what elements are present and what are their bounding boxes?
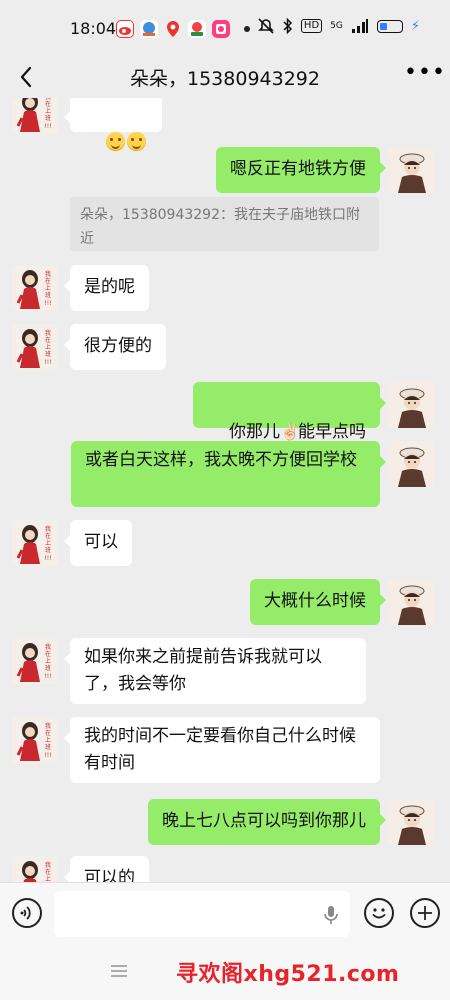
message-bubble[interactable] [64,98,162,151]
my-avatar[interactable] [388,441,434,487]
contact-avatar[interactable]: 我在上班!!! [12,520,58,566]
svg-text:班: 班 [45,664,51,672]
hd-badge: HD [300,19,323,33]
svg-text:上: 上 [45,343,51,351]
svg-text:上: 上 [45,657,51,665]
message-bubble[interactable]: 我的时间不一定要看你自己什么时候有时间 [64,717,380,783]
svg-text:在: 在 [45,729,51,737]
weibo-icon [116,20,134,38]
emoji-button[interactable] [364,898,394,928]
plus-icon [418,906,432,920]
svg-text:我: 我 [45,525,51,533]
svg-text:我: 我 [45,270,51,278]
svg-text:!!!: !!! [44,555,51,562]
message-bubble[interactable]: 很方便的 [64,324,166,370]
message-bubble[interactable]: 可以 [64,520,132,566]
voice-icon [20,906,31,920]
status-bar: 18:04 HD 5G ⚡ [0,0,450,58]
message-text: 你那儿 [229,422,280,442]
message-text: 能早点吗 [298,422,366,442]
message-bubble[interactable]: 可以的 [64,856,149,882]
svg-text:!!!: !!! [44,359,51,366]
chat-title: 朵朵，15380943292 [130,68,320,90]
more-button[interactable]: ••• [404,62,445,90]
svg-text:!!!: !!! [44,123,51,130]
message-bubble[interactable]: 是的呢 [64,265,149,311]
svg-text:班: 班 [45,546,51,554]
contact-avatar[interactable]: 我在上班!!! [12,98,58,134]
svg-text:上: 上 [45,284,51,292]
network-label: 5G [330,21,343,31]
signal-icon [351,18,369,34]
svg-text:在: 在 [45,650,51,658]
svg-text:我: 我 [45,329,51,337]
battery-level [379,22,387,30]
message-bubble[interactable]: 大概什么时候 [250,579,386,625]
contact-avatar[interactable]: 我在上班!!! [12,856,58,882]
app-icon-3 [212,20,230,38]
message-list[interactable]: 我在上班!!! 嗯反正有地铁方便 朵朵，15380943292：我在夫子庙地铁口… [0,98,450,882]
svg-text:!!!: !!! [44,752,51,759]
app-icon [140,20,158,38]
menu-icon[interactable] [110,964,128,978]
microphone-icon[interactable] [324,905,338,925]
svg-text:在: 在 [45,100,51,108]
smiley-icon [372,908,386,919]
contact-avatar[interactable]: 我在上班!!! [12,324,58,370]
svg-text:班: 班 [45,350,51,358]
message-bubble[interactable]: 你那儿✌🏻能早点吗 [193,382,386,442]
do-not-disturb-icon [257,18,275,34]
svg-text:班: 班 [45,114,51,122]
my-avatar[interactable] [388,579,434,625]
battery-icon [376,19,403,33]
svg-text:班: 班 [45,743,51,751]
my-avatar[interactable] [388,147,434,193]
quoted-message[interactable]: 朵朵，15380943292：我在夫子庙地铁口附近 [70,197,379,251]
input-bar [0,882,450,945]
message-bubble[interactable]: 晚上七八点可以吗到你那儿 [148,799,386,845]
charging-icon: ⚡ [410,18,420,34]
my-avatar[interactable] [388,799,434,845]
svg-text:上: 上 [45,736,51,744]
svg-text:上: 上 [45,107,51,115]
more-notifications-dot [244,26,250,32]
notification-icons [116,20,250,38]
svg-text:我: 我 [45,861,51,869]
app-icon-2 [188,20,206,38]
svg-text:在: 在 [45,868,51,876]
voice-toggle-button[interactable] [12,898,42,928]
message-bubble[interactable]: 或者白天这样，我太晚不方便回学校 [71,441,386,507]
chevron-left-icon [20,66,32,88]
message-input[interactable] [54,891,350,937]
contact-avatar[interactable]: 我在上班!!! [12,265,58,311]
contact-avatar[interactable]: 我在上班!!! [12,717,58,763]
watermark: 寻欢阁xhg521.com [176,962,400,987]
message-bubble[interactable]: 如果你来之前提前告诉我就可以了，我会等你 [64,638,366,704]
svg-text:在: 在 [45,532,51,540]
bluetooth-icon [283,17,293,35]
map-pin-icon [164,20,182,38]
more-dots-icon: ••• [404,60,446,85]
svg-text:在: 在 [45,277,51,285]
svg-text:!!!: !!! [44,673,51,680]
status-time: 18:04 [70,19,117,38]
my-avatar[interactable] [388,382,434,428]
back-button[interactable] [14,62,40,92]
svg-text:我: 我 [45,643,51,651]
message-bubble[interactable]: 嗯反正有地铁方便 [216,147,386,193]
svg-text:上: 上 [45,875,51,882]
smile-emoji-icon [105,131,125,151]
chat-header: 朵朵，15380943292 ••• [0,58,450,98]
contact-avatar[interactable]: 我在上班!!! [12,638,58,684]
svg-text:上: 上 [45,539,51,547]
svg-text:!!!: !!! [44,300,51,307]
smile-emoji-icon [126,131,146,151]
svg-text:班: 班 [45,291,51,299]
svg-text:在: 在 [45,336,51,344]
more-actions-button[interactable] [410,898,440,928]
svg-text:我: 我 [45,722,51,730]
status-right: HD 5G ⚡ [257,17,420,35]
